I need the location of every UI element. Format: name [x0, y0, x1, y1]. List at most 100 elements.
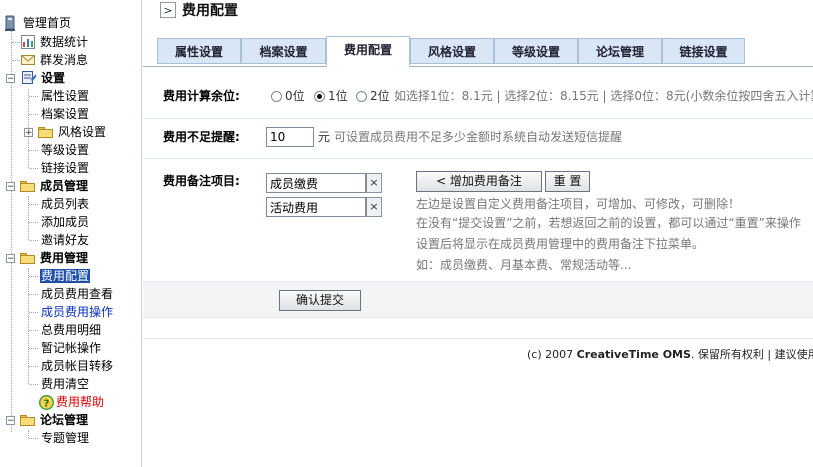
collapse-icon[interactable]: −	[6, 74, 15, 84]
sidebar-item-add-member[interactable]: 添加成员	[41, 213, 89, 231]
sidebar-item-label: 费用帮助	[56, 395, 105, 409]
tree-line	[29, 240, 38, 241]
sidebar-item-label: 链接设置	[41, 161, 90, 175]
collapse-icon[interactable]: −	[6, 416, 15, 426]
sidebar-item-fee-config[interactable]: 费用配置	[40, 267, 91, 285]
sidebar-item-invite[interactable]: 邀请好友	[41, 231, 89, 249]
remarks-note: 在没有“提交设置”之前，若想返回之前的设置，都可以通过“重置”来操作	[416, 216, 801, 230]
sidebar-item-label: 费用清空	[41, 377, 90, 391]
sidebar-item-fee-details[interactable]: 总费用明细	[41, 321, 101, 339]
sidebar-item-label: 总费用明细	[41, 323, 102, 337]
add-remark-button[interactable]: < 增加费用备注	[416, 171, 542, 192]
row-divider	[143, 158, 813, 159]
tree-line	[29, 348, 38, 349]
tab-levels[interactable]: 等级设置	[494, 38, 578, 64]
remark-item-input[interactable]	[266, 173, 366, 193]
footer-copyright: (c) 2007	[527, 348, 574, 361]
envelope-icon	[21, 55, 35, 65]
sidebar-item-label: 暂记帐操作	[41, 341, 102, 355]
remove-remark-button[interactable]: ×	[366, 173, 382, 193]
svg-text:?: ?	[44, 398, 50, 409]
tree-line	[29, 204, 38, 205]
help-icon: ?	[39, 395, 54, 410]
sidebar-item-member-fee-view[interactable]: 成员费用查看	[41, 285, 113, 303]
sidebar-item-label: 成员列表	[41, 197, 90, 211]
page-title: 费用配置	[182, 3, 238, 19]
tree-line	[12, 42, 20, 43]
tab-style[interactable]: 风格设置	[410, 38, 494, 64]
sidebar-item-member-list[interactable]: 成员列表	[41, 195, 89, 213]
sidebar-tree: 管理首页 数据统计 群发消息 − 设置 属性设置 档案设置 + 风格设置 等级设…	[0, 0, 142, 467]
folder-icon	[38, 127, 53, 138]
sidebar-item-label: 成员费用操作	[41, 305, 114, 319]
sidebar-item-label: 专题管理	[41, 431, 90, 445]
tab-forum[interactable]: 论坛管理	[578, 38, 662, 64]
footer: (c) 2007 CreativeTime OMS. 保留所有权利 | 建议使用	[527, 346, 813, 362]
tree-line	[29, 168, 38, 169]
footer-link[interactable]: 建议使用	[775, 348, 813, 361]
remark-item-input[interactable]	[266, 197, 366, 217]
submit-row	[143, 281, 813, 318]
remove-remark-button[interactable]: ×	[366, 197, 382, 217]
tree-line	[12, 60, 20, 61]
radio-0-digit-label: 0位	[285, 89, 305, 103]
sidebar-item-label: 群发消息	[40, 53, 89, 67]
sidebar-item-member-fee-ops[interactable]: 成员费用操作	[41, 303, 113, 321]
remarks-note: 如：成员缴费、月基本费、常规活动等...	[416, 258, 632, 272]
expand-icon[interactable]: +	[24, 128, 33, 138]
sidebar-group-label: 费用管理	[40, 251, 89, 265]
tree-line	[29, 222, 38, 223]
tree-line	[29, 366, 38, 367]
submit-button[interactable]: 确认提交	[279, 290, 361, 311]
remarks-note: 设置后将显示在成员费用管理中的费用备注下拉菜单。	[416, 237, 705, 251]
reset-button[interactable]: 重 置	[545, 171, 590, 192]
tree-line	[29, 438, 38, 439]
sidebar-item-label: 档案设置	[41, 107, 90, 121]
sidebar-item-clear[interactable]: 费用清空	[41, 375, 89, 393]
sidebar-item-label: 邀请好友	[41, 233, 90, 247]
footer-divider	[143, 338, 813, 339]
sidebar-item-attributes[interactable]: 属性设置	[41, 87, 89, 105]
sidebar-item-label: 成员帐目转移	[41, 359, 114, 373]
tree-line	[29, 330, 38, 331]
balance-label: 费用计算余位:	[163, 89, 240, 103]
sidebar-item-pending[interactable]: 暂记帐操作	[41, 339, 101, 357]
radio-2-digit[interactable]	[356, 91, 367, 102]
folder-open-icon	[20, 415, 35, 426]
folder-open-icon	[20, 253, 35, 264]
sidebar-item-label: 数据统计	[40, 35, 89, 49]
radio-2-digit-label: 2位	[370, 89, 390, 103]
shortage-amount-input[interactable]	[266, 127, 314, 147]
settings-doc-icon	[22, 71, 36, 84]
sidebar-group-label: 设置	[41, 71, 66, 85]
tab-bar: 属性设置 档案设置 费用配置 风格设置 等级设置 论坛管理 链接设置	[143, 36, 813, 67]
tab-links[interactable]: 链接设置	[662, 38, 745, 64]
sidebar-item-links[interactable]: 链接设置	[41, 159, 89, 177]
sidebar-group-label: 成员管理	[40, 179, 89, 193]
balance-hint: 如选择1位：8.1元 | 选择2位：8.15元 | 选择0位：8元(小数余位按四…	[394, 89, 813, 103]
radio-0-digit[interactable]	[271, 91, 282, 102]
sidebar-item-topics[interactable]: 专题管理	[41, 429, 89, 447]
tab-attributes[interactable]: 属性设置	[157, 38, 241, 64]
shortage-label: 费用不足提醒:	[163, 130, 240, 144]
shortage-hint: 可设置成员费用不足多少金额时系统自动发送短信提醒	[334, 130, 623, 144]
sidebar-item-label: 添加成员	[41, 215, 90, 229]
sidebar-item-archive[interactable]: 档案设置	[41, 105, 89, 123]
remarks-label: 费用备注项目:	[163, 174, 240, 188]
footer-divider-char: |	[767, 348, 772, 361]
row-divider	[143, 118, 813, 119]
collapse-icon[interactable]: −	[6, 182, 15, 192]
sidebar-item-transfer[interactable]: 成员帐目转移	[41, 357, 113, 375]
sidebar-item-label: 等级设置	[41, 143, 90, 157]
tab-archive[interactable]: 档案设置	[241, 38, 326, 64]
sidebar-item-levels[interactable]: 等级设置	[41, 141, 89, 159]
tree-line	[29, 276, 38, 277]
tab-fee-config[interactable]: 费用配置	[326, 36, 410, 67]
radio-1-digit[interactable]	[314, 91, 325, 102]
tree-line	[29, 150, 38, 151]
remarks-note: 左边是设置自定义费用备注项目，可增加、可修改，可删除！	[416, 197, 741, 211]
tree-line	[28, 430, 29, 438]
tree-line	[29, 384, 38, 385]
collapse-icon[interactable]: −	[6, 254, 15, 264]
tree-line	[29, 312, 38, 313]
